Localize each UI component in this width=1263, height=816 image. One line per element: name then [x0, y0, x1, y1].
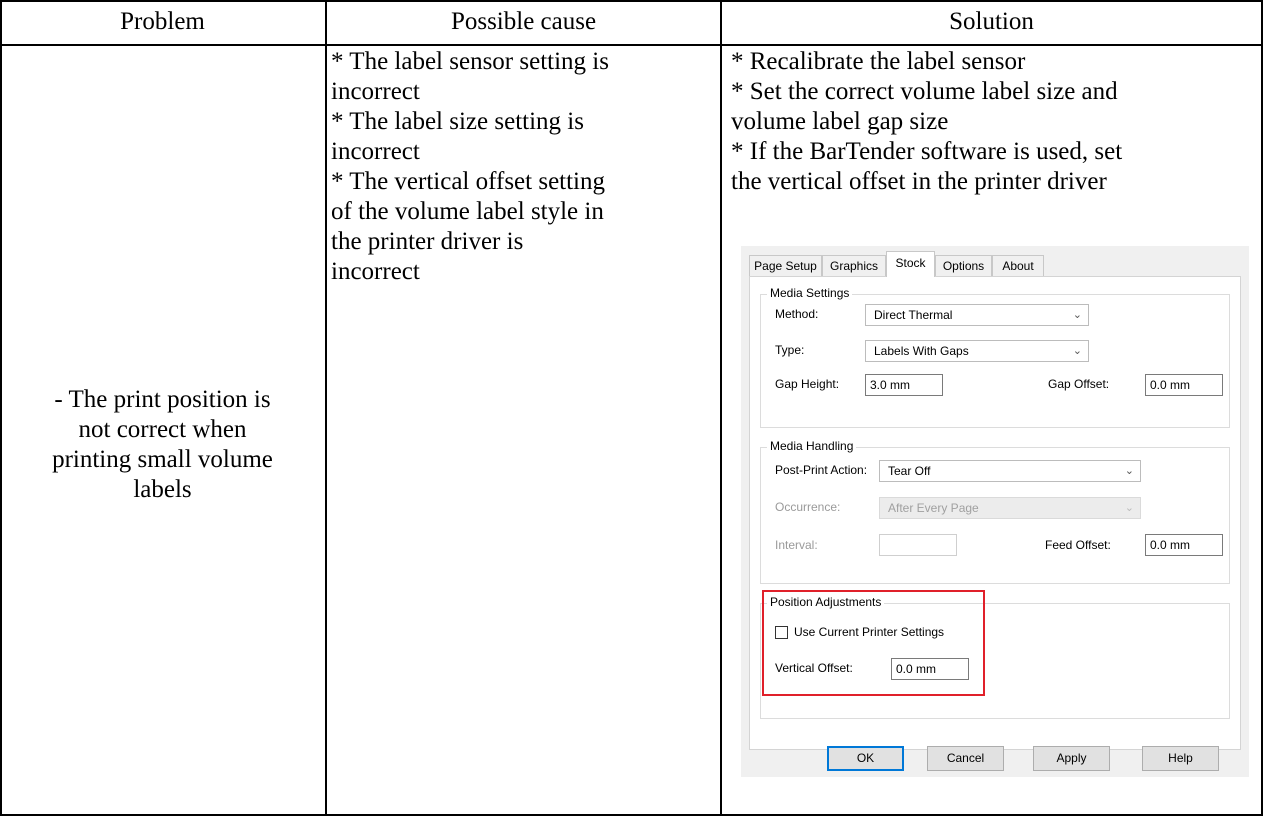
header-solution: Solution: [949, 8, 1034, 35]
gap-offset-label: Gap Offset:: [1048, 377, 1110, 391]
apply-button[interactable]: Apply: [1033, 746, 1110, 771]
post-print-action-value: Tear Off: [888, 464, 931, 478]
highlight-box: [762, 590, 985, 696]
solution-text: * Recalibrate the label sensor * Set the…: [731, 48, 1123, 195]
chevron-down-icon: ⌄: [1124, 502, 1134, 514]
troubleshooting-table: Problem Possible cause Solution - The pr…: [0, 0, 1263, 816]
tab-page-setup[interactable]: Page Setup: [749, 255, 822, 276]
chevron-down-icon: ⌄: [1124, 465, 1134, 477]
media-settings-title: Media Settings: [767, 286, 853, 300]
method-label: Method:: [775, 307, 819, 321]
post-print-action-select[interactable]: Tear Off ⌄: [879, 460, 1141, 482]
interval-input[interactable]: [879, 534, 957, 556]
printer-properties-dialog: Page Setup Graphics Stock Options About …: [741, 246, 1249, 777]
possible-cause-text: * The label sensor setting is incorrect …: [331, 48, 609, 285]
gap-height-label: Gap Height:: [775, 377, 840, 391]
media-handling-group: Media Handling Post-Print Action: Tear O…: [760, 439, 1230, 584]
gap-offset-input[interactable]: 0.0 mm: [1145, 374, 1223, 396]
occurrence-select[interactable]: After Every Page ⌄: [879, 497, 1141, 519]
help-button[interactable]: Help: [1142, 746, 1219, 771]
feed-offset-input[interactable]: 0.0 mm: [1145, 534, 1223, 556]
chevron-down-icon: ⌄: [1072, 345, 1082, 357]
media-handling-title: Media Handling: [767, 439, 857, 453]
cancel-button[interactable]: Cancel: [927, 746, 1004, 771]
header-possible-cause: Possible cause: [450, 8, 597, 35]
problem-text: - The print position is not correct when…: [52, 386, 273, 503]
tab-options[interactable]: Options: [935, 255, 992, 276]
occurrence-label: Occurrence:: [775, 500, 841, 514]
column-divider-2: [720, 0, 722, 816]
method-value: Direct Thermal: [874, 308, 953, 322]
header-divider: [0, 44, 1263, 46]
ok-button[interactable]: OK: [827, 746, 904, 771]
post-print-action-label: Post-Print Action:: [775, 463, 868, 477]
tab-graphics[interactable]: Graphics: [822, 255, 886, 276]
type-label: Type:: [775, 343, 805, 357]
interval-label: Interval:: [775, 538, 818, 552]
type-select[interactable]: Labels With Gaps ⌄: [865, 340, 1089, 362]
type-value: Labels With Gaps: [874, 344, 969, 358]
tab-about[interactable]: About: [992, 255, 1044, 276]
media-settings-group: Media Settings Method: Direct Thermal ⌄ …: [760, 286, 1230, 428]
header-problem: Problem: [120, 8, 205, 35]
stock-tab-panel: Media Settings Method: Direct Thermal ⌄ …: [749, 276, 1241, 750]
occurrence-value: After Every Page: [888, 501, 979, 515]
column-divider-1: [325, 0, 327, 816]
gap-height-input[interactable]: 3.0 mm: [865, 374, 943, 396]
tab-stock[interactable]: Stock: [886, 251, 935, 277]
feed-offset-label: Feed Offset:: [1045, 538, 1111, 552]
chevron-down-icon: ⌄: [1072, 309, 1082, 321]
method-select[interactable]: Direct Thermal ⌄: [865, 304, 1089, 326]
